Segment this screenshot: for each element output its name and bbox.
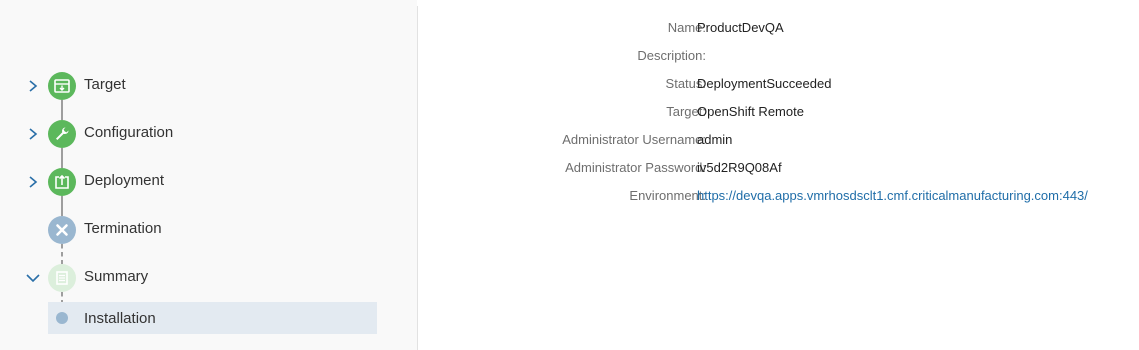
detail-row-target: Target: OpenShift Remote bbox=[418, 98, 1139, 126]
detail-value: OpenShift Remote bbox=[697, 104, 804, 119]
step-label: Configuration bbox=[84, 124, 174, 141]
box-download-icon bbox=[48, 72, 76, 100]
chevron-right-icon[interactable] bbox=[26, 127, 40, 141]
step-label: Deployment bbox=[84, 172, 165, 189]
detail-value: admin bbox=[697, 132, 733, 147]
detail-row-admin-username: Administrator Username: admin bbox=[418, 126, 1139, 154]
close-icon bbox=[48, 216, 76, 244]
substep-installation[interactable]: Installation bbox=[48, 302, 377, 334]
upload-box-icon bbox=[48, 168, 76, 196]
step-summary[interactable]: Summary bbox=[0, 254, 417, 302]
step-configuration[interactable]: Configuration bbox=[0, 110, 417, 158]
step-label: Target bbox=[84, 76, 126, 93]
environment-link[interactable]: https://devqa.apps.vmrhosdsclt1.cmf.crit… bbox=[697, 188, 1088, 203]
detail-row-name: Name: ProductDevQA bbox=[418, 14, 1139, 42]
wrench-icon bbox=[48, 120, 76, 148]
detail-row-status: Status: DeploymentSucceeded bbox=[418, 70, 1139, 98]
step-label: Termination bbox=[84, 220, 162, 237]
detail-value: ProductDevQA bbox=[697, 20, 784, 35]
step-label: Summary bbox=[84, 268, 149, 285]
detail-key: Administrator Password: bbox=[565, 160, 706, 175]
step-dot-icon bbox=[56, 312, 68, 324]
detail-key: Administrator Username: bbox=[562, 132, 706, 147]
detail-row-description: Description: bbox=[418, 42, 1139, 70]
detail-value: iv5d2R9Q08Af bbox=[697, 160, 782, 175]
wizard-panel: Target Configuration Deployment Terminat… bbox=[0, 0, 417, 350]
detail-key: Environment: bbox=[629, 188, 706, 203]
detail-value: DeploymentSucceeded bbox=[697, 76, 832, 91]
document-icon bbox=[48, 264, 76, 292]
step-deployment[interactable]: Deployment bbox=[0, 158, 417, 206]
chevron-right-icon[interactable] bbox=[26, 175, 40, 189]
chevron-right-icon[interactable] bbox=[26, 79, 40, 93]
step-target[interactable]: Target bbox=[0, 62, 417, 110]
details-panel: Name: ProductDevQA Description: Status: … bbox=[418, 0, 1139, 350]
step-termination[interactable]: Termination bbox=[0, 206, 417, 254]
chevron-down-icon[interactable] bbox=[26, 271, 40, 285]
detail-key: Description: bbox=[637, 48, 706, 63]
detail-row-environment: Environment: https://devqa.apps.vmrhosds… bbox=[418, 182, 1139, 210]
detail-row-admin-password: Administrator Password: iv5d2R9Q08Af bbox=[418, 154, 1139, 182]
substep-label: Installation bbox=[84, 310, 156, 327]
